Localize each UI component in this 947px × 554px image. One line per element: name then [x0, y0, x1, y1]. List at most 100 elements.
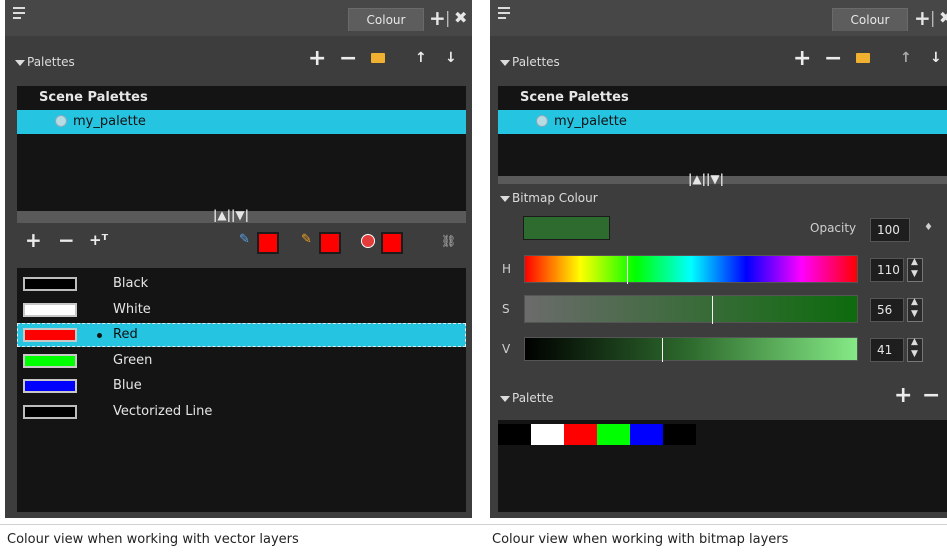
saturation-label: S — [502, 302, 510, 316]
swatch-fill — [387, 238, 397, 248]
value-spinner[interactable]: ▲ ▼ — [907, 337, 923, 362]
remove-swatch-icon[interactable]: − — [922, 383, 940, 408]
remove-palette-icon[interactable]: − — [824, 46, 842, 71]
palette-icon — [55, 115, 67, 127]
close-icon[interactable]: ✖ — [454, 8, 467, 27]
bitmap-colour-header[interactable]: Bitmap Colour — [500, 191, 598, 205]
value-slider-handle[interactable] — [662, 338, 663, 362]
colour-row[interactable]: White — [17, 298, 466, 322]
splitter-arrows-icon[interactable]: |▲||▼| — [213, 208, 249, 222]
colour-swatch — [23, 353, 77, 368]
palette-header-label: Palette — [512, 391, 554, 405]
colour-row[interactable]: Black — [17, 272, 466, 296]
add-palette-icon[interactable]: + — [308, 46, 326, 71]
tab-colour[interactable]: Colour — [832, 8, 908, 31]
remove-palette-icon[interactable]: − — [339, 46, 357, 71]
hue-slider[interactable] — [524, 255, 858, 284]
hue-spinner[interactable]: ▲ ▼ — [907, 257, 923, 282]
tab-colour[interactable]: Colour — [348, 8, 424, 31]
title-bar: Colour + | ✖ — [490, 0, 947, 36]
palettes-header[interactable]: Palettes — [15, 55, 75, 69]
colour-name: Vectorized Line — [113, 403, 213, 419]
saturation-slider[interactable] — [524, 295, 858, 324]
move-down-icon[interactable]: ↓ — [930, 50, 942, 66]
paint-colour-swatch[interactable] — [381, 232, 403, 254]
folder-icon[interactable] — [856, 53, 870, 63]
collapse-arrow-icon[interactable] — [500, 59, 510, 66]
menu-icon[interactable] — [13, 7, 25, 23]
pencil-colour-swatch[interactable] — [319, 232, 341, 254]
saturation-spinner[interactable]: ▲ ▼ — [907, 297, 923, 322]
palette-list: Scene Palettes my_palette — [498, 86, 947, 176]
colour-swatch — [23, 328, 77, 342]
folder-icon[interactable] — [371, 53, 385, 63]
move-up-icon[interactable]: ↑ — [415, 50, 427, 66]
move-down-icon[interactable]: ↓ — [445, 50, 457, 66]
texture-icon[interactable]: +ᵀ — [89, 231, 108, 249]
palette-swatch[interactable] — [663, 424, 696, 445]
link-icon[interactable]: ⛓ — [441, 234, 456, 248]
colour-name: Green — [113, 352, 153, 368]
colour-row[interactable]: Red — [17, 323, 466, 347]
colour-swatch — [23, 277, 77, 291]
colour-name: Blue — [113, 378, 142, 393]
collapse-arrow-icon[interactable] — [500, 395, 510, 402]
palette-header[interactable]: Palette — [500, 391, 554, 405]
saturation-input[interactable]: 56 — [870, 298, 904, 322]
palette-swatch[interactable] — [564, 424, 597, 445]
splitter-handle[interactable]: |▲||▼| — [17, 208, 466, 223]
colour-swatch — [23, 404, 77, 419]
add-view-icon[interactable]: + — [429, 6, 446, 30]
current-colour-swatch[interactable] — [523, 216, 610, 240]
divider: | — [445, 8, 451, 27]
palette-swatch[interactable] — [531, 424, 564, 445]
colour-swatch — [23, 379, 77, 393]
hue-slider-handle[interactable] — [627, 256, 628, 284]
opacity-input[interactable]: 100 — [870, 218, 910, 242]
palette-swatch[interactable] — [498, 424, 531, 445]
right-caption: Colour view when working with bitmap lay… — [492, 532, 789, 547]
palette-icon — [536, 115, 548, 127]
palette-swatch[interactable] — [630, 424, 663, 445]
collapse-arrow-icon[interactable] — [500, 195, 510, 202]
collapse-arrow-icon[interactable] — [15, 59, 25, 66]
palette-name: my_palette — [73, 114, 146, 129]
splitter-handle[interactable]: |▲||▼| — [498, 172, 947, 186]
remove-colour-icon[interactable]: − — [58, 228, 75, 252]
palette-swatch-area — [498, 420, 947, 512]
hue-label: H — [502, 262, 512, 276]
scene-palettes-label: Scene Palettes — [39, 90, 148, 105]
colour-row[interactable]: Green — [17, 349, 466, 373]
palette-item-my-palette[interactable]: my_palette — [17, 110, 466, 134]
colour-list: Black White Red Green Blue Vectorized Line — [17, 268, 466, 512]
palette-strip — [498, 424, 696, 445]
pencil-icon: ✎ — [301, 232, 312, 247]
colour-row[interactable]: Blue — [17, 374, 466, 398]
add-view-icon[interactable]: + — [914, 6, 931, 30]
colour-name: Red — [113, 327, 138, 342]
saturation-slider-handle[interactable] — [712, 296, 713, 324]
palette-item-my-palette[interactable]: my_palette — [498, 110, 947, 134]
value-input[interactable]: 41 — [870, 338, 904, 362]
move-up-icon[interactable]: ↑ — [900, 50, 912, 66]
bitmap-colour-label: Bitmap Colour — [512, 191, 598, 205]
colour-row[interactable]: Vectorized Line — [17, 400, 466, 424]
brush-icon: ✎ — [239, 232, 250, 247]
value-slider[interactable] — [524, 337, 858, 362]
caption-divider — [0, 524, 947, 525]
bitmap-colour-panel: Colour + | ✖ Palettes + − ↑ ↓ Scene Pale… — [490, 0, 947, 518]
palette-swatch[interactable] — [597, 424, 630, 445]
brush-colour-swatch[interactable] — [257, 232, 279, 254]
palettes-header[interactable]: Palettes — [500, 55, 560, 69]
colour-name: White — [113, 301, 151, 317]
colour-swatch — [23, 302, 77, 317]
splitter-arrows-icon[interactable]: |▲||▼| — [688, 172, 724, 186]
hue-input[interactable]: 110 — [870, 258, 904, 282]
add-colour-icon[interactable]: + — [25, 228, 42, 252]
close-icon[interactable]: ✖ — [939, 8, 947, 27]
add-swatch-icon[interactable]: + — [894, 383, 912, 408]
menu-icon[interactable] — [498, 7, 510, 23]
add-palette-icon[interactable]: + — [793, 46, 811, 71]
palette-list: Scene Palettes my_palette — [17, 86, 466, 211]
opacity-spinner-icon[interactable]: ♦ — [924, 222, 933, 233]
